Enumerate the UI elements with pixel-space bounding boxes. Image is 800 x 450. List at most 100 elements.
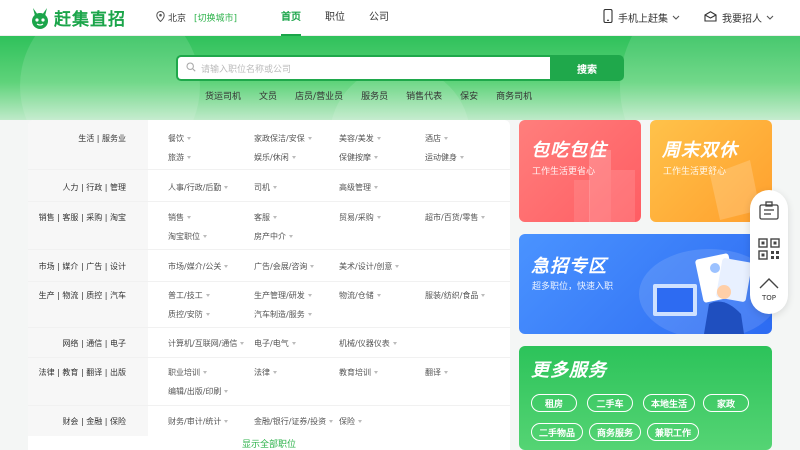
promo-card-room-board[interactable]: 包吃包住 工作生活更省心 bbox=[519, 120, 641, 222]
nav-home[interactable]: 首页 bbox=[271, 0, 311, 36]
location-pin-icon bbox=[156, 10, 165, 25]
category-item[interactable]: 司机 bbox=[254, 182, 277, 193]
more-services-title: 更多服务 bbox=[531, 360, 607, 381]
switch-city-link[interactable]: [切换城市] bbox=[194, 11, 237, 24]
category-item[interactable]: 质控/安防 bbox=[168, 309, 210, 320]
mobile-app-link[interactable]: 手机上赶集 bbox=[603, 8, 680, 26]
category-item[interactable]: 销售 bbox=[168, 212, 191, 223]
promo-card-urgent-hiring[interactable]: 急招专区 超多职位，快速入职 bbox=[519, 234, 772, 334]
qr-code-icon[interactable] bbox=[758, 238, 780, 263]
category-item-label: 电子/电气 bbox=[254, 339, 289, 348]
caret-down-icon bbox=[307, 137, 312, 140]
category-item-label: 家政保洁/安保 bbox=[254, 134, 305, 143]
category-item[interactable]: 计算机/互联网/通信 bbox=[168, 338, 245, 349]
category-item[interactable]: 娱乐/休闲 bbox=[254, 152, 296, 163]
nav-companies[interactable]: 公司 bbox=[359, 0, 399, 36]
category-row: 销售 | 客服 | 采购 | 淘宝 销售 客服 贸易/采购 超市/百货/零售 淘… bbox=[28, 202, 510, 250]
search-input[interactable]: 请输入职位名称或公司 bbox=[176, 55, 550, 81]
resume-icon[interactable] bbox=[758, 200, 780, 225]
phone-icon bbox=[603, 8, 613, 26]
category-item[interactable]: 教育培训 bbox=[339, 367, 378, 378]
category-item[interactable]: 房产中介 bbox=[254, 231, 293, 242]
logo[interactable]: 赶集直招 bbox=[28, 5, 126, 30]
category-item-label: 高级管理 bbox=[339, 183, 371, 192]
service-tag[interactable]: 二手物品 bbox=[531, 423, 583, 441]
caret-down-icon bbox=[289, 235, 293, 238]
category-item[interactable]: 机械/仪器仪表 bbox=[339, 338, 397, 349]
category-item[interactable]: 职业培训 bbox=[168, 367, 207, 378]
category-item[interactable]: 电子/电气 bbox=[254, 338, 296, 349]
mobile-app-label: 手机上赶集 bbox=[618, 14, 668, 25]
caret-down-icon bbox=[187, 156, 191, 159]
hot-keyword[interactable]: 店员/营业员 bbox=[295, 89, 343, 102]
category-item[interactable]: 客服 bbox=[254, 212, 277, 223]
service-tag[interactable]: 租房 bbox=[531, 394, 577, 412]
category-item[interactable]: 美容/美发 bbox=[339, 133, 381, 144]
hire-label: 我要招人 bbox=[722, 14, 762, 25]
category-item[interactable]: 保健按摩 bbox=[339, 152, 378, 163]
category-item-label: 美容/美发 bbox=[339, 134, 374, 143]
caret-down-icon bbox=[358, 420, 362, 423]
hire-link[interactable]: 我要招人 bbox=[704, 10, 774, 25]
category-item[interactable]: 翻译 bbox=[425, 367, 448, 378]
category-item[interactable]: 贸易/采购 bbox=[339, 212, 381, 223]
category-item-label: 美术/设计/创意 bbox=[339, 262, 393, 271]
hot-keyword[interactable]: 保安 bbox=[460, 89, 478, 102]
category-item-label: 娱乐/休闲 bbox=[254, 153, 289, 162]
caret-down-icon bbox=[395, 265, 400, 268]
category-item[interactable]: 高级管理 bbox=[339, 182, 378, 193]
service-tag[interactable]: 家政 bbox=[703, 394, 749, 412]
category-item-label: 法律 bbox=[254, 368, 270, 377]
caret-down-icon bbox=[329, 420, 334, 423]
search-button[interactable]: 搜索 bbox=[550, 55, 624, 81]
category-item[interactable]: 汽车制造/服务 bbox=[254, 309, 312, 320]
service-tag[interactable]: 本地生活 bbox=[643, 394, 695, 412]
nav-jobs[interactable]: 职位 bbox=[315, 0, 355, 36]
job-category-panel: 生活 | 服务业 餐饮 家政保洁/安保 美容/美发 酒店 旅游 娱乐/休闲 保健… bbox=[28, 120, 510, 450]
category-item[interactable]: 超市/百货/零售 bbox=[425, 212, 486, 223]
caret-down-icon bbox=[291, 342, 296, 345]
category-item[interactable]: 美术/设计/创意 bbox=[339, 261, 400, 272]
category-item[interactable]: 服装/纺织/食品 bbox=[425, 290, 486, 301]
category-item[interactable]: 广告/会展/咨询 bbox=[254, 261, 315, 272]
hot-keyword[interactable]: 销售代表 bbox=[406, 89, 442, 102]
category-item[interactable]: 财务/审计/统计 bbox=[168, 416, 229, 427]
caret-down-icon bbox=[224, 390, 229, 393]
hot-keyword[interactable]: 文员 bbox=[259, 89, 277, 102]
category-item-label: 物流/仓储 bbox=[339, 291, 374, 300]
category-item[interactable]: 人事/行政/后勤 bbox=[168, 182, 229, 193]
category-item[interactable]: 物流/仓储 bbox=[339, 290, 381, 301]
category-item[interactable]: 家政保洁/安保 bbox=[254, 133, 312, 144]
show-all-jobs-link[interactable]: 显示全部职位 bbox=[28, 437, 510, 450]
category-item[interactable]: 金融/银行/证券/投资 bbox=[254, 416, 334, 427]
back-to-top-button[interactable] bbox=[758, 276, 780, 293]
service-tag[interactable]: 二手车 bbox=[587, 394, 633, 412]
hot-keyword[interactable]: 服务员 bbox=[361, 89, 388, 102]
category-item[interactable]: 市场/媒介/公关 bbox=[168, 261, 229, 272]
category-item[interactable]: 餐饮 bbox=[168, 133, 191, 144]
service-tag[interactable]: 兼职工作 bbox=[647, 423, 699, 441]
logo-text: 赶集直招 bbox=[54, 10, 126, 30]
category-item-label: 餐饮 bbox=[168, 134, 184, 143]
category-item[interactable]: 普工/技工 bbox=[168, 290, 210, 301]
caret-down-icon bbox=[224, 186, 229, 189]
promo-title: 包吃包住 bbox=[531, 140, 607, 161]
category-item[interactable]: 酒店 bbox=[425, 133, 448, 144]
category-item[interactable]: 编辑/出版/印刷 bbox=[168, 386, 229, 397]
caret-down-icon bbox=[481, 216, 486, 219]
promo-subtitle: 工作生活更省心 bbox=[532, 167, 596, 177]
category-label: 销售 | 客服 | 采购 | 淘宝 bbox=[28, 202, 148, 249]
hot-keyword[interactable]: 商务司机 bbox=[496, 89, 532, 102]
category-label: 生活 | 服务业 bbox=[28, 120, 148, 169]
category-row: 生产 | 物流 | 质控 | 汽车 普工/技工 生产管理/研发 物流/仓储 服装… bbox=[28, 282, 510, 328]
category-item[interactable]: 旅游 bbox=[168, 152, 191, 163]
category-item[interactable]: 保险 bbox=[339, 416, 362, 427]
category-item[interactable]: 运动健身 bbox=[425, 152, 464, 163]
category-label: 财会 | 金融 | 保险 bbox=[28, 406, 148, 436]
service-tag[interactable]: 商务服务 bbox=[589, 423, 641, 441]
category-item[interactable]: 生产管理/研发 bbox=[254, 290, 312, 301]
hot-keyword[interactable]: 货运司机 bbox=[205, 89, 241, 102]
search-icon bbox=[186, 61, 196, 75]
category-item[interactable]: 淘宝职位 bbox=[168, 231, 207, 242]
category-item[interactable]: 法律 bbox=[254, 367, 277, 378]
